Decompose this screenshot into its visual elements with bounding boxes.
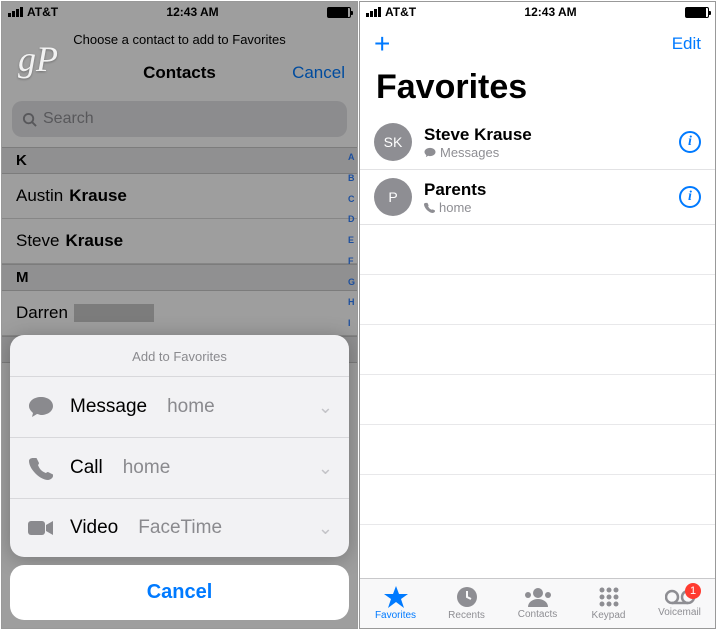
section-header: M bbox=[2, 264, 357, 291]
clock: 12:43 AM bbox=[166, 5, 218, 19]
watermark: gP bbox=[18, 38, 58, 80]
status-bar: AT&T 12:43 AM bbox=[2, 2, 357, 22]
voicemail-badge: 1 bbox=[685, 583, 701, 599]
signal-bars-icon bbox=[366, 7, 381, 17]
sheet-row-label: Message bbox=[70, 396, 147, 418]
phone-left: AT&T 12:43 AM Choose a contact to add to… bbox=[1, 1, 358, 629]
phone-icon bbox=[424, 202, 435, 213]
carrier-label: AT&T bbox=[27, 5, 58, 19]
tab-favorites[interactable]: Favorites bbox=[360, 579, 431, 628]
chevron-down-icon: ⌄ bbox=[318, 397, 333, 418]
keypad-icon bbox=[598, 586, 620, 608]
nav-bar: + Edit bbox=[360, 22, 715, 66]
clock: 12:43 AM bbox=[524, 5, 576, 19]
chevron-down-icon: ⌄ bbox=[318, 518, 333, 539]
battery-icon bbox=[685, 7, 709, 18]
search-field[interactable]: Search bbox=[12, 101, 347, 137]
add-button[interactable]: + bbox=[374, 30, 390, 58]
favorite-name: Steve Krause bbox=[424, 125, 667, 145]
sheet-row-label: Call bbox=[70, 457, 103, 479]
sheet-cancel-button[interactable]: Cancel bbox=[10, 565, 349, 620]
contacts-icon bbox=[524, 587, 552, 607]
contact-row[interactable]: Steve Krause bbox=[2, 219, 357, 264]
star-icon bbox=[384, 586, 408, 608]
info-button[interactable]: i bbox=[679, 131, 701, 153]
sheet-row-message[interactable]: Message home ⌄ bbox=[10, 377, 349, 438]
avatar: SK bbox=[374, 123, 412, 161]
search-icon bbox=[22, 112, 37, 127]
action-sheet: Add to Favorites Message home ⌄ Call hom… bbox=[10, 335, 349, 620]
sheet-row-sub: home bbox=[123, 457, 171, 479]
page-title: Favorites bbox=[360, 66, 715, 115]
favorite-sub: home bbox=[424, 200, 667, 215]
tab-voicemail[interactable]: Voicemail 1 bbox=[644, 579, 715, 628]
favorite-name: Parents bbox=[424, 180, 667, 200]
tab-bar: Favorites Recents Contacts Keypad Voicem… bbox=[360, 578, 715, 628]
sheet-row-sub: home bbox=[167, 396, 215, 418]
chevron-down-icon: ⌄ bbox=[318, 458, 333, 479]
message-icon bbox=[26, 395, 56, 419]
video-icon bbox=[26, 519, 56, 537]
empty-list-area bbox=[360, 225, 715, 525]
favorite-row[interactable]: SK Steve Krause Messages i bbox=[360, 115, 715, 170]
contact-row[interactable]: Austin Krause bbox=[2, 174, 357, 219]
message-icon bbox=[424, 147, 436, 158]
phone-right: AT&T 12:43 AM + Edit Favorites SK Steve … bbox=[359, 1, 716, 629]
search-placeholder: Search bbox=[43, 110, 94, 128]
info-button[interactable]: i bbox=[679, 186, 701, 208]
carrier-label: AT&T bbox=[385, 5, 416, 19]
phone-icon bbox=[26, 456, 56, 480]
sheet-row-label: Video bbox=[70, 517, 118, 539]
nav-cancel-button[interactable]: Cancel bbox=[292, 63, 345, 83]
contact-row[interactable]: Darren bbox=[2, 291, 357, 336]
sheet-row-video[interactable]: Video FaceTime ⌄ bbox=[10, 499, 349, 557]
alpha-index[interactable]: A B C D E F G H I bbox=[348, 152, 355, 328]
clock-icon bbox=[456, 586, 478, 608]
favorite-row[interactable]: P Parents home i bbox=[360, 170, 715, 225]
tab-keypad[interactable]: Keypad bbox=[573, 579, 644, 628]
sheet-row-call[interactable]: Call home ⌄ bbox=[10, 438, 349, 499]
favorite-sub: Messages bbox=[424, 145, 667, 160]
nav-title: Contacts bbox=[143, 63, 216, 83]
sheet-row-sub: FaceTime bbox=[138, 517, 222, 539]
tab-contacts[interactable]: Contacts bbox=[502, 579, 573, 628]
avatar: P bbox=[374, 178, 412, 216]
battery-icon bbox=[327, 7, 351, 18]
redacted-last-name bbox=[74, 304, 154, 322]
signal-bars-icon bbox=[8, 7, 23, 17]
edit-button[interactable]: Edit bbox=[672, 34, 701, 54]
tab-recents[interactable]: Recents bbox=[431, 579, 502, 628]
status-bar: AT&T 12:43 AM bbox=[360, 2, 715, 22]
section-header: K bbox=[2, 147, 357, 174]
sheet-title: Add to Favorites bbox=[10, 335, 349, 377]
